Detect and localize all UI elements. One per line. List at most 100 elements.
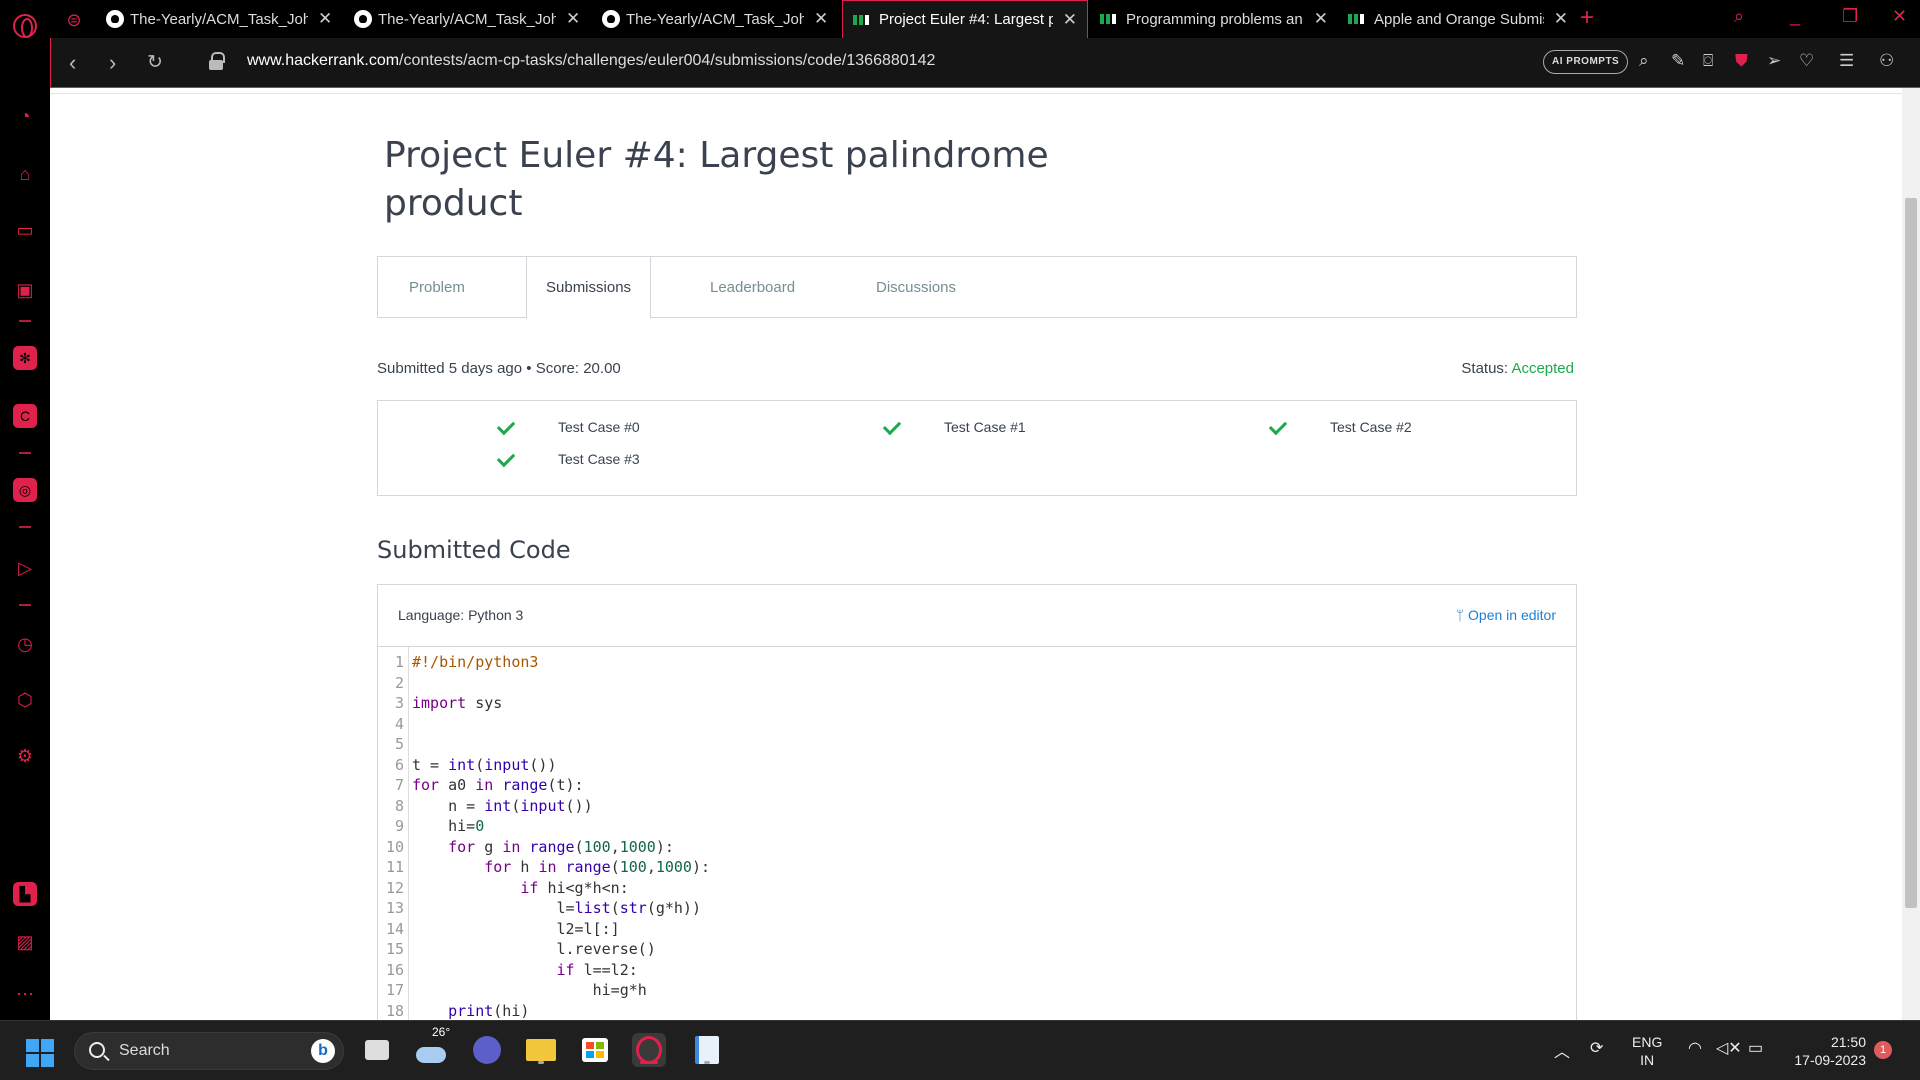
browser-tab-active[interactable]: Project Euler #4: Largest pa ✕ [842, 0, 1088, 38]
hackerrank-icon [853, 14, 871, 26]
settings-gear-icon[interactable]: ⚙ [13, 744, 37, 768]
taskbar: Search b 26° ︿ ⟳ ENG IN ◠ ◁✕ ▭ 21:50 17-09… [0, 1020, 1920, 1080]
image-gallery-icon[interactable]: ▨ [13, 930, 37, 954]
weather-temp: 26° [432, 1025, 451, 1039]
chatsonic-icon[interactable]: C [13, 404, 37, 428]
close-window-icon[interactable]: ✕ [1892, 6, 1907, 27]
code-line: hi=0 [412, 817, 485, 835]
easy-setup-icon[interactable]: ☰ [1839, 51, 1854, 71]
minimize-icon[interactable]: _ [1790, 6, 1800, 27]
close-tab-icon[interactable]: ✕ [1314, 9, 1328, 29]
twitch-icon[interactable]: ▭ [13, 218, 37, 242]
tab-title: The-Yearly/ACM_Task_John [378, 10, 556, 28]
close-tab-icon[interactable]: ✕ [814, 9, 828, 29]
lens-search-icon[interactable]: ⌕ [1639, 51, 1649, 71]
status-label: Status: [1461, 360, 1512, 377]
address-bar: ‹ › ↻ www.hackerrank.com/contests/acm-cp… [50, 38, 1920, 88]
lock-icon[interactable] [209, 52, 225, 70]
hackerrank-icon [1100, 13, 1118, 25]
file-explorer-icon[interactable] [524, 1033, 558, 1067]
new-tab-plus-icon[interactable]: + [1580, 4, 1594, 32]
clock-date: 17-09-2023 [1794, 1052, 1866, 1068]
tab-submissions[interactable]: Submissions [526, 256, 652, 319]
notepad-icon[interactable] [690, 1033, 724, 1067]
line-number: 17 [385, 981, 404, 999]
hackerrank-icon [1348, 13, 1366, 25]
clock-time: 21:50 [1830, 1034, 1866, 1050]
close-tab-icon[interactable]: ✕ [566, 9, 580, 29]
close-tab-icon[interactable]: ✕ [318, 9, 332, 29]
browser-tab[interactable]: The-Yearly/ACM_Task_John ✕ [344, 0, 592, 38]
heart-icon[interactable]: ♡ [1799, 51, 1814, 71]
browser-tab[interactable]: Apple and Orange Submiss ✕ [1338, 0, 1578, 38]
bag-icon[interactable]: ⌂ [13, 162, 37, 186]
microsoft-store-icon[interactable] [578, 1033, 612, 1067]
teams-icon[interactable] [470, 1033, 504, 1067]
instagram-icon[interactable]: ◎ [13, 478, 37, 502]
adblock-shield-icon[interactable]: ⛊ [1735, 51, 1748, 71]
opera-logo-icon[interactable] [13, 14, 37, 38]
edit-icon[interactable]: ✎ [1671, 51, 1685, 71]
ai-prompts-button[interactable]: AI PROMPTS [1543, 50, 1629, 74]
open-in-editor-link[interactable]: ᛘ Open in editor [1456, 607, 1556, 623]
browser-sidebar: ◔ ⌂ ▭ ▣ ✻ C ◎ ▷ ◷ ⬡ ⚙ ▙ ▨ ⋯ [0, 0, 50, 1020]
close-tab-icon[interactable]: ✕ [1063, 10, 1077, 30]
active-indicator [640, 1061, 658, 1064]
tab-discussions[interactable]: Discussions [876, 257, 956, 319]
speaker-muted-icon[interactable]: ◁✕ [1716, 1038, 1742, 1058]
chevron-up-icon[interactable]: ︿ [1554, 1038, 1570, 1062]
language-indicator[interactable]: ENG IN [1632, 1033, 1662, 1069]
tab-leaderboard[interactable]: Leaderboard [710, 257, 795, 319]
opera-browser-icon[interactable] [632, 1033, 666, 1067]
line-number: 1 [394, 653, 404, 671]
url-field[interactable]: www.hackerrank.com/contests/acm-cp-tasks… [247, 52, 935, 70]
history-icon[interactable]: ◷ [13, 632, 37, 656]
speed-dial-icon[interactable]: ◔ [13, 104, 37, 128]
workspace-icon[interactable]: ▙ [13, 882, 37, 906]
score-text: • Score: 20.00 [522, 360, 621, 377]
task-view-icon[interactable] [360, 1033, 394, 1067]
windows-start-icon[interactable] [26, 1039, 54, 1067]
browser-tab[interactable]: The-Yearly/ACM_Task_John ✕ [96, 0, 344, 38]
chatgpt-icon[interactable]: ✻ [13, 346, 37, 370]
clock[interactable]: 21:50 17-09-2023 [1782, 1033, 1866, 1069]
test-case-label[interactable]: Test Case #2 [1330, 419, 1412, 435]
tab-problem[interactable]: Problem [409, 257, 465, 319]
scroll-thumb[interactable] [1905, 198, 1917, 908]
tab-title: The-Yearly/ACM_Task_John [130, 10, 308, 28]
notification-badge[interactable]: 1 [1874, 1041, 1892, 1059]
player-icon[interactable]: ▷ [13, 556, 37, 580]
bing-icon[interactable]: b [311, 1039, 335, 1063]
open-in-editor-label: Open in editor [1468, 607, 1556, 623]
profile-icon[interactable]: ⚇ [1879, 51, 1894, 71]
close-tab-icon[interactable]: ✕ [1554, 9, 1568, 29]
language-line1: ENG [1632, 1034, 1663, 1050]
page-scrollbar[interactable] [1902, 88, 1920, 1020]
restore-icon[interactable]: ❐ [1842, 6, 1858, 27]
test-case-label[interactable]: Test Case #0 [558, 419, 640, 435]
cpu-icon[interactable]: ▣ [13, 278, 37, 302]
extensions-cube-icon[interactable]: ⬡ [13, 688, 37, 712]
submission-info: Submitted 5 days ago • Score: 20.00 [377, 360, 621, 377]
back-icon[interactable]: ‹ [69, 50, 76, 76]
test-case-label[interactable]: Test Case #1 [944, 419, 1026, 435]
sync-icon[interactable]: ⟳ [1590, 1038, 1603, 1058]
forward-icon[interactable]: › [109, 50, 116, 76]
browser-tab[interactable]: Programming problems an ✕ [1090, 0, 1338, 38]
code-line: for a0 in range(t): [412, 776, 584, 794]
tab-search-icon[interactable]: ⌕ [1734, 6, 1744, 27]
send-icon[interactable]: ➢ [1767, 51, 1781, 71]
gamepad-icon[interactable]: ⊜ [62, 8, 86, 32]
test-case-label[interactable]: Test Case #3 [558, 451, 640, 467]
taskbar-search[interactable]: Search b [74, 1032, 344, 1070]
wifi-icon[interactable]: ◠ [1688, 1038, 1702, 1058]
reload-icon[interactable]: ↻ [147, 51, 163, 74]
battery-icon[interactable]: ▭ [1748, 1038, 1763, 1058]
top-divider [50, 88, 1902, 94]
camera-icon[interactable]: ⌼ [1703, 51, 1713, 71]
search-label: Search [119, 1042, 170, 1059]
browser-tab[interactable]: The-Yearly/ACM_Task_John ✕ [592, 0, 840, 38]
more-dots-icon[interactable]: ⋯ [13, 982, 37, 1006]
code-line: l=list(str(g*h)) [412, 899, 701, 917]
github-icon [602, 10, 620, 28]
